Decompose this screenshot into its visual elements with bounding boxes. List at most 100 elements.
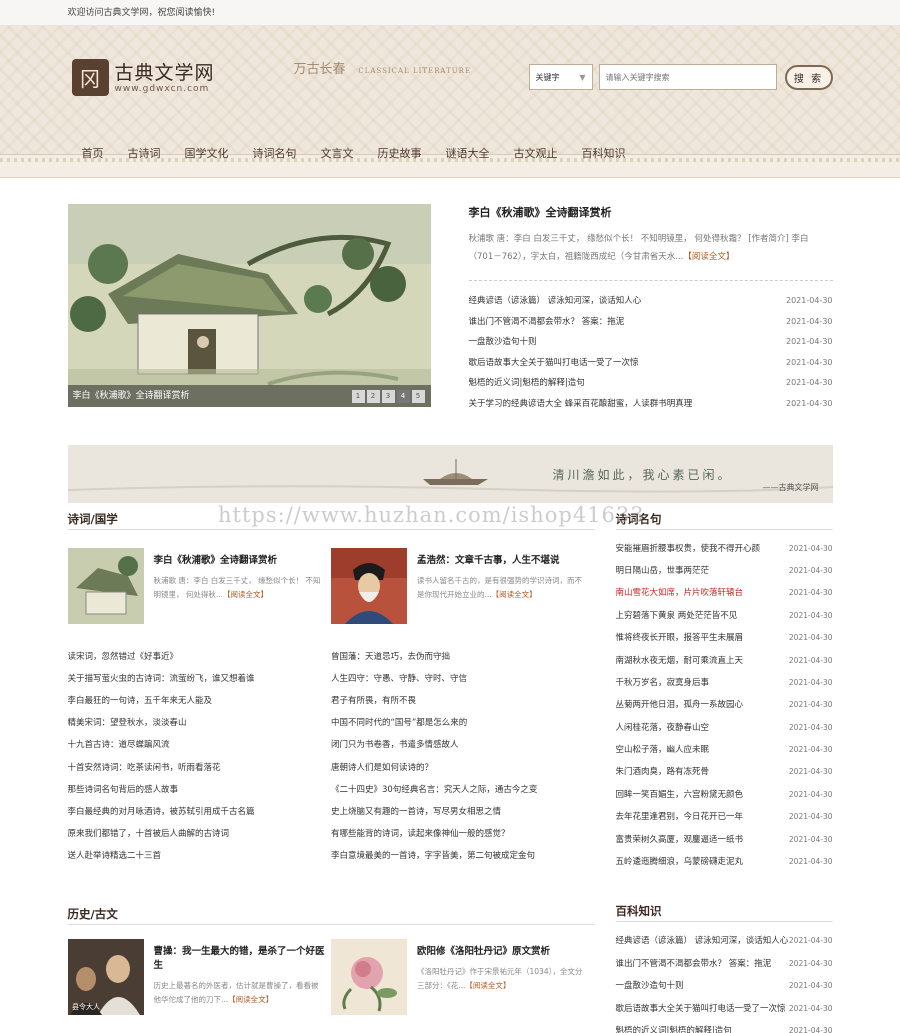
list-item[interactable]: 精美宋词：望登秋水，淡淡春山: [68, 712, 332, 734]
slide-dot[interactable]: 1: [351, 390, 365, 403]
list-item[interactable]: 关于学习的经典谚语大全 蜂采百花酿甜蜜，人读群书明真理 2021-04-30: [469, 394, 833, 415]
nav-item[interactable]: 文言文: [321, 145, 354, 161]
site-logo[interactable]: 冈 古典文学网 www.gdwxcn.com: [71, 59, 215, 96]
list-item[interactable]: 回眸一笑百媚生，六宫粉黛无颜色 2021-04-30: [616, 784, 833, 806]
list-item[interactable]: 经典谚语（谚泳篇） 谚泳知河深，谈话知人心 2021-04-30: [469, 291, 833, 312]
list-item[interactable]: 关于描写萤火虫的古诗词：流萤纷飞，谁又想着谁: [68, 668, 332, 690]
feature-article[interactable]: 李白《秋浦歌》全诗翻译赏析 秋浦歌 唐：李白 白发三千丈， 缘愁似个长！ 不知明…: [67, 547, 332, 624]
article-thumbnail: [67, 547, 144, 624]
nav-item[interactable]: 诗词名句: [253, 145, 297, 161]
search-button[interactable]: 搜 索: [784, 64, 833, 90]
list-item[interactable]: 经典谚语（谚泳篇） 谚泳知河深，谈话知人心 2021-04-30: [616, 930, 833, 952]
nav-item[interactable]: 首页: [82, 145, 104, 161]
list-item[interactable]: 十首安然诗词：吃茶读闲书，听雨看落花: [68, 757, 332, 779]
slide-dot-active[interactable]: 4: [396, 390, 410, 403]
list-item[interactable]: 那些诗词名句背后的感人故事: [68, 779, 332, 801]
nav-item[interactable]: 百科知识: [582, 145, 626, 161]
list-item[interactable]: 上穷碧落下黄泉 两处茫茫皆不见 2021-04-30: [616, 605, 833, 627]
section-heading-encyclopedia[interactable]: 百科知识: [615, 901, 833, 923]
article-link-list: 读宋词，忽然错过《好事近》 关于描写萤火虫的古诗词：流萤纷飞，谁又想着谁 李白最…: [68, 646, 332, 868]
feature-title[interactable]: 曹操：我一生最大的错，是杀了一个好医生: [154, 943, 326, 971]
search-type-select[interactable]: 关键字 ▼: [528, 64, 593, 90]
feature-title[interactable]: 孟浩然：文章千古事，人生不堪说: [417, 552, 589, 566]
list-item[interactable]: 一盘散沙造句十则 2021-04-30: [469, 332, 833, 353]
feature-article[interactable]: 县令大人 曹操：我一生最大的错，是杀了一个好医生 历史上最著名的外医者，估计就是…: [67, 939, 332, 1016]
read-more-link[interactable]: 【阅读全文】: [228, 995, 273, 1004]
list-item[interactable]: 朱门酒肉臭，路有冻死骨 2021-04-30: [616, 761, 833, 783]
search-input[interactable]: [598, 64, 777, 90]
list-item[interactable]: 谁出门不管渴不渴都会带水？ 答案：拖泥 2021-04-30: [469, 312, 833, 333]
logo-name: 古典文学网: [114, 61, 215, 84]
nav-item[interactable]: 国学文化: [185, 145, 229, 161]
list-item[interactable]: 李白最狂的一句诗，五千年来无人能及: [68, 690, 332, 712]
list-item[interactable]: 惟将终夜长开眼，报答平生未展眉 2021-04-30: [616, 627, 833, 649]
nav-item[interactable]: 古文观止: [514, 145, 558, 161]
list-item[interactable]: 闭门只为书卷香，书遣多情感故人: [331, 734, 595, 756]
list-item[interactable]: 明日隔山岳，世事两茫茫 2021-04-30: [616, 560, 833, 582]
list-item[interactable]: 魁梧的近义词|魁梧的解释|造句 2021-04-30: [469, 373, 833, 394]
portrait-thumbnail: [331, 547, 407, 624]
list-item[interactable]: 原来我们都错了，十首被后人曲解的古诗词: [68, 823, 332, 845]
list-item-highlighted[interactable]: 南山雪花大如席，片片吹落轩辕台 2021-04-30: [616, 582, 833, 604]
list-item[interactable]: 读宋词，忽然错过《好事近》: [68, 646, 332, 668]
list-item[interactable]: 空山松子落，幽人应未眠 2021-04-30: [616, 739, 833, 761]
search-bar: 关键字 ▼ 搜 索: [528, 64, 833, 90]
nav-item[interactable]: 谜语大全: [446, 145, 490, 161]
list-item[interactable]: 李白意境最美的一首诗，字字皆美，第二句被成定金句: [331, 845, 595, 867]
thumbnail-caption: 县令大人: [72, 1002, 100, 1011]
chevron-down-icon: ▼: [579, 72, 586, 82]
list-item[interactable]: 谁出门不管渴不渴都会带水？ 答案：拖泥 2021-04-30: [616, 953, 833, 975]
list-item[interactable]: 史上烧脑又有趣的一首诗，写尽男女相思之情: [331, 801, 595, 823]
read-more-link[interactable]: 【阅读全文】: [465, 981, 510, 990]
list-item[interactable]: 李白最经典的对月咏酒诗，被苏轼引用成千古名篇: [68, 801, 332, 823]
list-item[interactable]: 南湖秋水夜无烟，耐可乘流直上天 2021-04-30: [616, 650, 833, 672]
slide-dot[interactable]: 3: [381, 390, 395, 403]
nav-item[interactable]: 历史故事: [378, 145, 422, 161]
list-item[interactable]: 歇后语故事大全关于猫叫打电话一受了一次惊 2021-04-30: [469, 353, 833, 374]
list-item[interactable]: 人闲桂花落，夜静春山空 2021-04-30: [616, 717, 833, 739]
banner-signature: ——古典文学网: [762, 482, 819, 492]
site-header: 冈 古典文学网 www.gdwxcn.com 万古长春 CLASSICAL LI…: [0, 26, 900, 178]
section-heading-famous-lines[interactable]: 诗词名句: [615, 509, 833, 530]
hero-article-title[interactable]: 李白《秋浦歌》全诗翻译赏析: [469, 204, 833, 220]
feature-article[interactable]: 孟浩然：文章千古事，人生不堪说 读书人留名千古的，是有很强势的学识诗词，而不是你…: [331, 547, 595, 624]
list-item[interactable]: 五岭逶迤腾细浪，乌蒙磅礴走泥丸 2021-04-30: [616, 851, 833, 873]
list-item[interactable]: 有哪些能背的诗词，读起来像神仙一般的感觉？: [331, 823, 595, 845]
welcome-text: 欢迎访问古典文学网，祝您阅读愉快!: [67, 8, 216, 18]
latest-news-list: 经典谚语（谚泳篇） 谚泳知河深，谈话知人心 2021-04-30 谁出门不管渴不渴…: [469, 291, 833, 415]
list-item[interactable]: 十九首古诗：道尽蝶蹁风流: [68, 734, 332, 756]
famous-lines-list: 安能摧眉折腰事权贵，使我不得开心颜 2021-04-30 明日隔山岳，世事两茫茫 2…: [616, 538, 833, 874]
hero-article-summary: 秋浦歌 唐：李白 白发三千丈， 缘愁似个长！ 不知明镜里， 何处得秋霜？ [作者…: [468, 234, 809, 262]
read-more-link[interactable]: 【阅读全文】: [492, 590, 537, 599]
slide-dots: 1 2 3 4 5: [350, 390, 425, 403]
hero-slideshow[interactable]: 李白《秋浦歌》全诗翻译赏析 1 2 3 4 5: [67, 204, 431, 407]
feature-title[interactable]: 欧阳修《洛阳牡丹记》原文赏析: [417, 943, 589, 957]
list-item[interactable]: 一盘散沙造句十则 2021-04-30: [616, 975, 833, 997]
read-more-link[interactable]: 【阅读全文】: [223, 590, 268, 599]
list-item[interactable]: 千秋万岁名，寂寞身后事 2021-04-30: [616, 672, 833, 694]
list-item[interactable]: 丛菊两开他日泪，孤舟一系故园心 2021-04-30: [616, 694, 833, 716]
list-item[interactable]: 中国不同时代的“国号”都是怎么来的: [331, 712, 595, 734]
list-item[interactable]: 魁梧的近义词|魁梧的解释|造句 2021-04-30: [616, 1020, 833, 1033]
list-item[interactable]: 安能摧眉折腰事权贵，使我不得开心颜 2021-04-30: [616, 538, 833, 560]
slide-dot[interactable]: 5: [411, 390, 425, 403]
list-item[interactable]: 富贵荣树久高厦，观鏖逼适一纸书 2021-04-30: [616, 829, 833, 851]
list-item[interactable]: 歇后语故事大全关于猫叫打电话一受了一次惊 2021-04-30: [616, 998, 833, 1020]
list-item[interactable]: 人生四守：守愚、守静、守时、守信: [331, 668, 595, 690]
divider: [468, 280, 833, 281]
section-heading-history[interactable]: 历史/古文: [67, 904, 595, 926]
feature-title[interactable]: 李白《秋浦歌》全诗翻译赏析: [154, 552, 326, 566]
feature-article[interactable]: 欧阳修《洛阳牡丹记》原文赏析 《洛阳牡丹记》作于宋景祐元年（1034），全文分三…: [331, 939, 595, 1016]
read-more-link[interactable]: 【阅读全文】: [683, 252, 734, 262]
list-item[interactable]: 去年花里逢君别，今日花开已一年 2021-04-30: [616, 806, 833, 828]
logo-icon: 冈: [71, 59, 109, 96]
list-item[interactable]: 《二十四史》30句经典名言：究天人之际，通古今之变: [331, 779, 595, 801]
list-item[interactable]: 曾国藩：天道忌巧，去伪而守拙: [331, 646, 595, 668]
list-item[interactable]: 送人赴举诗精选二十三首: [68, 845, 332, 867]
list-item[interactable]: 君子有所畏，有所不畏: [331, 690, 595, 712]
peony-thumbnail: [331, 939, 407, 1016]
slide-dot[interactable]: 2: [366, 390, 380, 403]
nav-item[interactable]: 古诗词: [128, 145, 161, 161]
list-item[interactable]: 唐朝诗人们是如何读诗的？: [331, 757, 595, 779]
ad-banner[interactable]: 清川澹如此，我心素已闲。 ——古典文学网: [67, 444, 833, 503]
